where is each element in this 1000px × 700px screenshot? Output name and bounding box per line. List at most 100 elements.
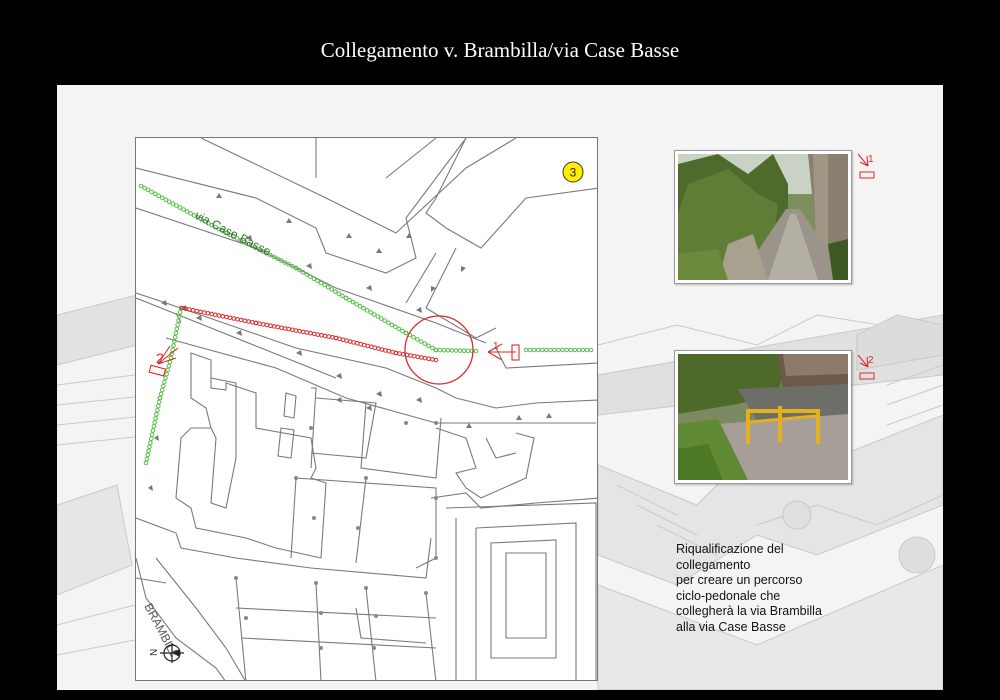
path-dot — [422, 341, 428, 346]
description-line: alla via Case Basse — [676, 619, 786, 634]
path-dot — [301, 329, 306, 335]
path-dot — [159, 387, 165, 393]
path-dot — [393, 350, 399, 356]
path-dot — [426, 343, 431, 349]
path-dot — [227, 315, 233, 321]
path-dot — [523, 347, 529, 353]
path-dot — [145, 452, 151, 458]
path-dot — [540, 347, 545, 353]
path-dot — [418, 339, 424, 344]
description-line: collegamento — [676, 557, 751, 572]
path-dot — [293, 328, 299, 333]
path-dot — [177, 309, 183, 315]
path-dot — [201, 310, 207, 315]
proposed-path-red — [179, 305, 439, 363]
view-marker-2-label: 2 — [156, 350, 164, 366]
path-dot — [184, 209, 190, 214]
view-marker-1-label: 1 — [493, 341, 499, 352]
project-description: Riqualificazione del collegamento per cr… — [676, 542, 886, 635]
photo-view-1[interactable] — [674, 150, 852, 284]
path-dot — [419, 355, 424, 360]
path-dot — [552, 347, 557, 353]
site-map[interactable]: 1 2 via Case Basse BRAMBILL 3 N — [135, 137, 598, 681]
path-dot — [166, 363, 172, 369]
path-dot — [315, 278, 320, 284]
path-dot — [330, 335, 335, 340]
path-dot — [297, 328, 302, 334]
page-title: Collegamento v. Brambilla/via Case Basse — [320, 38, 680, 62]
path-dot — [318, 280, 324, 286]
path-dot — [333, 289, 338, 294]
photo-2-view-marker: 2 — [857, 354, 875, 380]
path-dot — [325, 285, 331, 290]
path-dot — [379, 316, 384, 321]
path-dot — [400, 328, 405, 334]
path-dot — [177, 205, 183, 210]
path-dot — [564, 347, 569, 353]
path-dot — [149, 432, 155, 437]
path-dot — [205, 311, 211, 316]
path-dot — [372, 345, 378, 350]
path-dot — [445, 348, 451, 353]
path-dot — [340, 293, 345, 299]
path-dot — [261, 322, 266, 327]
path-dot — [531, 347, 537, 353]
path-dot — [336, 291, 342, 296]
path-dot — [147, 444, 152, 450]
path-dot — [433, 347, 439, 353]
path-dot — [151, 424, 157, 429]
path-dot — [308, 330, 313, 336]
path-dot — [282, 326, 288, 331]
path-dot — [150, 428, 156, 433]
path-dot — [145, 187, 151, 193]
path-dot — [322, 333, 328, 339]
path-dot — [253, 320, 259, 326]
path-dot — [357, 303, 363, 309]
path-dot — [386, 320, 391, 325]
path-dot — [152, 420, 158, 425]
path-dot — [154, 412, 159, 417]
path-dot — [257, 321, 262, 326]
path-dot — [172, 334, 178, 340]
path-dot — [181, 207, 186, 212]
path-dot — [175, 322, 181, 327]
path-dot — [279, 325, 284, 331]
path-dot — [250, 320, 255, 325]
photo-2-marker-label: 2 — [868, 355, 874, 366]
path-dot — [437, 347, 443, 353]
path-dot — [286, 326, 291, 332]
path-dot — [453, 348, 459, 353]
path-dot — [572, 347, 578, 353]
path-dot — [315, 332, 321, 337]
path-dot — [556, 347, 561, 353]
path-dot — [170, 201, 176, 206]
path-dot — [364, 308, 370, 313]
path-dot — [473, 348, 479, 354]
path-dot — [461, 348, 467, 353]
path-dot — [580, 347, 586, 353]
path-dot — [426, 356, 432, 361]
plan-panel: 1 2 via Case Basse BRAMBILL 3 N 1 2 Riqu… — [57, 85, 943, 690]
path-dot — [188, 211, 193, 216]
path-dot — [584, 347, 590, 353]
path-dot — [375, 314, 381, 319]
path-dot — [304, 330, 310, 335]
path-dot — [155, 407, 160, 413]
path-dot — [351, 340, 356, 345]
path-dot — [173, 330, 179, 336]
path-dot — [167, 199, 172, 205]
path-dot — [143, 460, 149, 466]
path-dot — [430, 345, 435, 351]
path-dot — [144, 456, 150, 462]
path-dot — [411, 335, 416, 340]
path-dot — [161, 383, 166, 389]
path-dot — [146, 448, 151, 454]
path-dot — [535, 347, 541, 353]
photo-view-2[interactable] — [674, 350, 852, 484]
road-edge-markers — [148, 193, 552, 491]
path-dot — [560, 347, 565, 353]
path-dot — [153, 416, 158, 421]
path-dot — [142, 185, 147, 191]
path-dot — [411, 353, 417, 359]
path-dot — [361, 306, 366, 311]
